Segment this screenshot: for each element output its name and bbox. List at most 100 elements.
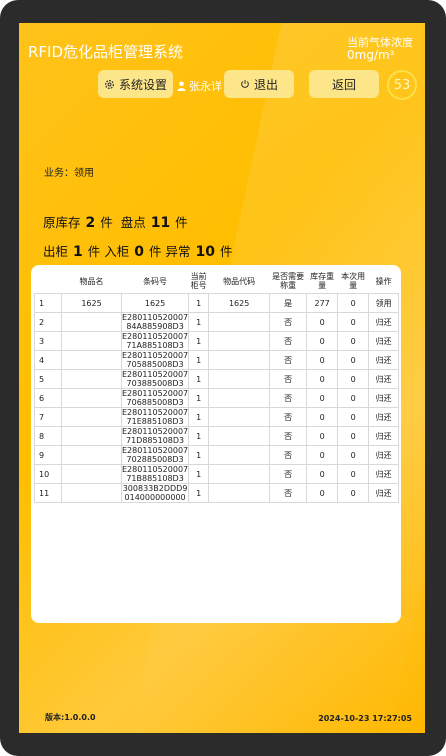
cell-code [208, 312, 271, 332]
cell-stock-weight: 0 [306, 426, 339, 446]
cell-barcode: 1625 [120, 293, 190, 313]
col-header-usage: 本次用量 [341, 272, 366, 290]
cell-cabinet: 1 [188, 331, 210, 351]
app-screen: RFID危化品柜管理系统 当前气体浓度 0mg/m³ 系统设置 张永详 退出 返… [19, 23, 425, 733]
cell-index: 4 [34, 350, 62, 370]
stats-row-2: 出柜 1 件 入柜 0 件 异常 10 件 [43, 241, 232, 260]
cell-action[interactable]: 归还 [368, 464, 400, 484]
cell-action[interactable]: 归还 [368, 426, 400, 446]
cell-action[interactable]: 归还 [368, 483, 400, 503]
table-header-row: 物品名 条码号 当前柜号 物品代码 是否需要称重 库存重量 本次用量 操作 [35, 269, 399, 294]
table-row: 1 1625 1625 1 1625 是 277 0 领用 [34, 293, 400, 313]
cell-weigh: 否 [269, 483, 308, 503]
back-button[interactable]: 返回 [309, 70, 379, 98]
cell-name [61, 445, 122, 465]
cell-stock-weight: 0 [306, 312, 339, 332]
cell-name [61, 407, 122, 427]
cell-stock-weight: 0 [306, 445, 339, 465]
table-row: 4 E280110520007 705885008D3 1 否 0 0 归还 [34, 350, 400, 370]
cell-stock-weight: 0 [306, 388, 339, 408]
table-row: 10 E280110520007 71B885108D3 1 否 0 0 归还 [34, 464, 400, 484]
cell-action[interactable]: 归还 [368, 407, 400, 427]
cell-stock-weight: 0 [306, 331, 339, 351]
cell-weigh: 否 [269, 464, 308, 484]
cell-cabinet: 1 [188, 483, 210, 503]
version-label: 版本:1.0.0.0 [45, 713, 96, 722]
cell-cabinet: 1 [188, 464, 210, 484]
cell-name [61, 483, 122, 503]
table-row: 3 E280110520007 71A885108D3 1 否 0 0 归还 [34, 331, 400, 351]
cell-action[interactable]: 归还 [368, 388, 400, 408]
cell-weigh: 否 [269, 312, 308, 332]
business-type: 业务：领用 [44, 168, 94, 179]
abnormal-label: 异常 [165, 244, 191, 259]
cell-name [61, 350, 122, 370]
cell-name [61, 369, 122, 389]
cell-index: 10 [34, 464, 62, 484]
cell-barcode: E280110520007 84A885908D3 [120, 312, 190, 332]
cell-usage: 0 [337, 426, 370, 446]
table-row: 11 300833B2DDD9 014000000000 1 否 0 0 归还 [34, 483, 400, 503]
cell-name [61, 426, 122, 446]
countdown-timer: 53 [387, 70, 417, 100]
cell-cabinet: 1 [188, 350, 210, 370]
cell-usage: 0 [337, 464, 370, 484]
cell-action[interactable]: 归还 [368, 312, 400, 332]
cell-barcode: E280110520007 705885008D3 [120, 350, 190, 370]
cell-weigh: 否 [269, 388, 308, 408]
cell-name [61, 312, 122, 332]
cell-code [208, 464, 271, 484]
cell-code [208, 331, 271, 351]
cell-stock-weight: 0 [306, 464, 339, 484]
cell-index: 9 [34, 445, 62, 465]
cell-usage: 0 [337, 407, 370, 427]
cell-index: 1 [34, 293, 62, 313]
cell-name: 1625 [61, 293, 122, 313]
cell-stock-weight: 0 [306, 483, 339, 503]
table-row: 5 E280110520007 703885008D3 1 否 0 0 归还 [34, 369, 400, 389]
app-title: RFID危化品柜管理系统 [28, 43, 184, 61]
unit-label: 件 [175, 215, 188, 230]
cell-barcode: E280110520007 71D885108D3 [120, 426, 190, 446]
cell-weigh: 否 [269, 426, 308, 446]
device-frame: RFID危化品柜管理系统 当前气体浓度 0mg/m³ 系统设置 张永详 退出 返… [0, 0, 446, 756]
table-row: 9 E280110520007 702885008D3 1 否 0 0 归还 [34, 445, 400, 465]
cell-weigh: 是 [269, 293, 308, 313]
cell-barcode: E280110520007 706885008D3 [120, 388, 190, 408]
cell-code [208, 350, 271, 370]
cell-usage: 0 [337, 388, 370, 408]
unit-label: 件 [100, 215, 113, 230]
cell-action[interactable]: 归还 [368, 331, 400, 351]
cell-barcode: E280110520007 71E885108D3 [120, 407, 190, 427]
items-table-panel: 物品名 条码号 当前柜号 物品代码 是否需要称重 库存重量 本次用量 操作 11… [31, 265, 401, 623]
unit-label: 件 [219, 244, 233, 259]
table-row: 2 E280110520007 84A885908D3 1 否 0 0 归还 [34, 312, 400, 332]
cell-index: 3 [34, 331, 62, 351]
cell-usage: 0 [337, 445, 370, 465]
logout-button[interactable]: 退出 [224, 70, 294, 98]
cell-action[interactable]: 领用 [368, 293, 400, 313]
cell-usage: 0 [337, 331, 370, 351]
cell-barcode: E280110520007 703885008D3 [120, 369, 190, 389]
cell-cabinet: 1 [188, 312, 210, 332]
cell-action[interactable]: 归还 [368, 445, 400, 465]
settings-button[interactable]: 系统设置 [98, 70, 173, 98]
cell-action[interactable]: 归还 [368, 350, 400, 370]
check-value: 11 [150, 215, 171, 231]
cell-weigh: 否 [269, 369, 308, 389]
cell-action[interactable]: 归还 [368, 369, 400, 389]
cell-code [208, 407, 271, 427]
settings-label: 系统设置 [118, 77, 167, 92]
items-table: 物品名 条码号 当前柜号 物品代码 是否需要称重 库存重量 本次用量 操作 11… [34, 269, 400, 503]
gas-value: 0mg/m³ [347, 48, 395, 62]
cell-name [61, 464, 122, 484]
col-header-name: 物品名 [79, 276, 104, 286]
out-value: 1 [73, 244, 83, 260]
table-body: 1 1625 1625 1 1625 是 277 0 领用 2 E280110520007 84A8… [34, 293, 400, 503]
cell-weigh: 否 [269, 407, 308, 427]
cell-code [208, 445, 271, 465]
logout-label: 退出 [253, 77, 278, 92]
cell-cabinet: 1 [188, 445, 210, 465]
cell-usage: 0 [337, 293, 370, 313]
cell-index: 8 [34, 426, 62, 446]
